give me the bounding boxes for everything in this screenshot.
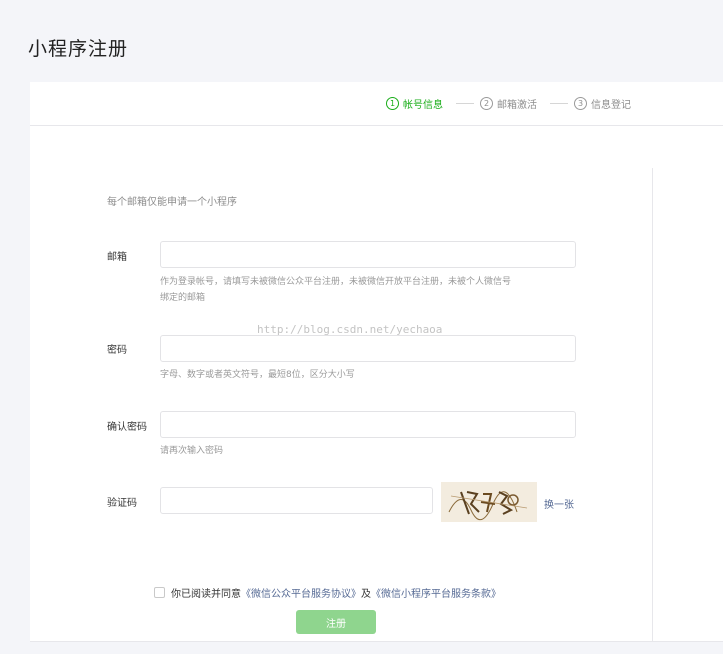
email-input[interactable] xyxy=(160,241,576,268)
step-number: 2 xyxy=(480,97,493,110)
captcha-label: 验证码 xyxy=(107,498,137,509)
steps-bar: 1 帐号信息 2 邮箱激活 3 信息登记 xyxy=(30,82,723,126)
agreement-row: 你已阅读并同意 《微信公众平台服务协议》 及 《微信小程序平台服务条款》 xyxy=(154,585,501,600)
captcha-image[interactable] xyxy=(441,482,537,522)
agreement-middle: 及 xyxy=(361,589,371,600)
step-account-info: 1 帐号信息 xyxy=(386,96,443,111)
step-label: 邮箱激活 xyxy=(497,100,537,111)
watermark: http://blog.csdn.net/yechaoa xyxy=(257,323,443,336)
step-divider xyxy=(550,103,568,104)
email-hint-line1: 作为登录帐号，请填写未被微信公众平台注册，未被微信开放平台注册，未被个人微信号 xyxy=(160,277,512,287)
agreement-prefix: 你已阅读并同意 xyxy=(171,589,241,600)
confirm-password-input[interactable] xyxy=(160,411,576,438)
password-input[interactable] xyxy=(160,335,576,362)
refresh-captcha-link[interactable]: 换一张 xyxy=(544,496,574,511)
step-label: 帐号信息 xyxy=(403,100,443,111)
password-hint: 字母、数字或者英文符号，最短8位，区分大小写 xyxy=(160,370,355,380)
step-info-registration: 3 信息登记 xyxy=(574,96,631,111)
email-hint-line2: 绑定的邮箱 xyxy=(160,293,206,303)
page-title: 小程序注册 xyxy=(28,38,129,60)
step-number: 3 xyxy=(574,97,587,110)
captcha-graphic xyxy=(441,482,537,522)
step-number: 1 xyxy=(386,97,399,110)
confirm-password-hint: 请再次输入密码 xyxy=(160,446,224,456)
step-label: 信息登记 xyxy=(591,100,631,111)
form-tip: 每个邮箱仅能申请一个小程序 xyxy=(107,197,237,208)
register-button[interactable]: 注册 xyxy=(296,610,376,634)
step-divider xyxy=(456,103,474,104)
captcha-input[interactable] xyxy=(160,487,433,514)
email-hint: 作为登录帐号，请填写未被微信公众平台注册，未被微信开放平台注册，未被个人微信号 … xyxy=(160,274,511,306)
email-label: 邮箱 xyxy=(107,252,127,263)
step-email-activation: 2 邮箱激活 xyxy=(480,96,537,111)
password-label: 密码 xyxy=(107,345,127,356)
registration-card: 1 帐号信息 2 邮箱激活 3 信息登记 每个邮箱仅能申请一个小程序 邮箱 作为… xyxy=(30,82,723,642)
agreement-checkbox[interactable] xyxy=(154,587,165,598)
service-agreement-link[interactable]: 《微信公众平台服务协议》 xyxy=(241,585,361,600)
miniprogram-terms-link[interactable]: 《微信小程序平台服务条款》 xyxy=(371,585,501,600)
divider xyxy=(652,168,653,642)
confirm-password-label: 确认密码 xyxy=(107,422,147,433)
